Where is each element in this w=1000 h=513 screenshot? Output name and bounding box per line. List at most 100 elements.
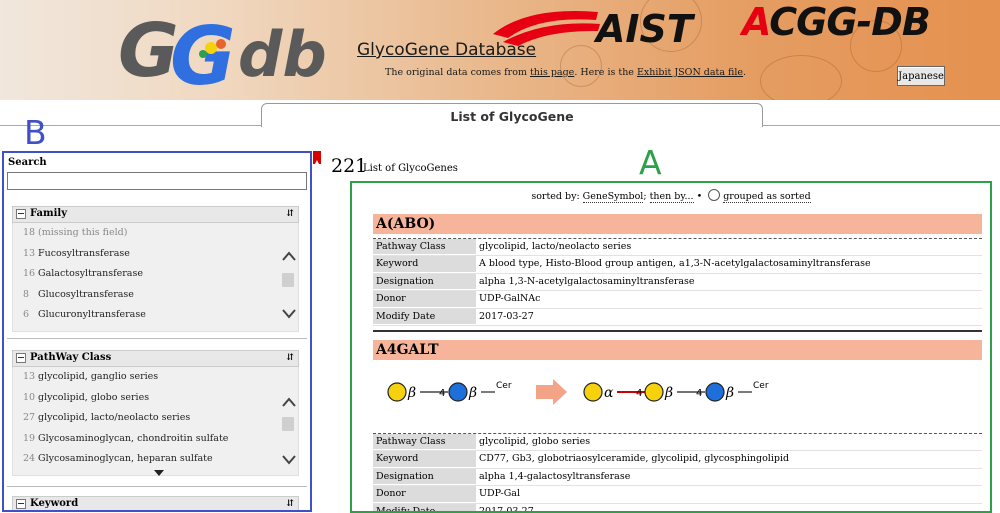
grouped-radio[interactable]	[708, 189, 721, 201]
result-count: 221	[331, 155, 368, 177]
facet-item-label: Fucosyltransferase	[38, 247, 130, 259]
gene-symbol[interactable]: A(ABO)	[373, 214, 982, 234]
japanese-language-button[interactable]: Japanese	[897, 66, 945, 86]
logo-letters-db: db	[238, 18, 327, 91]
record-separator	[373, 329, 982, 332]
facet-list: 13 glycolipid, ganglio series 10 glycolipi…	[12, 367, 299, 476]
field-value: UDP-Gal	[479, 488, 520, 500]
grouped-label[interactable]: grouped as sorted	[723, 191, 811, 203]
reaction-arrow-icon	[536, 379, 567, 405]
source-text: .	[743, 67, 747, 78]
linkage-position-label: 4	[439, 388, 445, 399]
field-value: A blood type, Histo-Blood group antigen,…	[479, 258, 871, 270]
facet-header[interactable]: Family ⇵	[12, 206, 299, 223]
scrollbar-thumb[interactable]	[282, 417, 294, 431]
sort-field-link[interactable]: GeneSymbol	[582, 191, 644, 203]
facet-item-label: glycolipid, globo series	[38, 391, 150, 403]
sort-prefix: sorted by:	[531, 191, 583, 202]
field-row: Modify Date 2017-03-27	[373, 308, 982, 326]
facet-item[interactable]: 13 glycolipid, ganglio series	[13, 367, 298, 388]
beta-linkage-label: β	[664, 385, 673, 401]
scrollbar-thumb[interactable]	[282, 273, 294, 287]
collapse-icon[interactable]	[16, 353, 26, 363]
ggdb-logo[interactable]: G G db	[118, 6, 348, 96]
facet-header[interactable]: Keyword ⇵	[12, 496, 299, 510]
sort-toggle-icon[interactable]: ⇵	[286, 207, 294, 221]
beta-linkage-label: β	[725, 385, 734, 401]
search-label: Search	[8, 157, 47, 168]
field-value: 2017-03-27	[479, 505, 534, 513]
field-row: Pathway Class glycolipid, lacto/neolacto …	[373, 239, 982, 257]
galactose-icon	[583, 382, 603, 402]
scroll-up-icon[interactable]	[282, 251, 296, 261]
sort-separator: ;	[643, 191, 650, 202]
facet-item[interactable]: 24 Glycosaminoglycan, heparan sulfate	[13, 449, 298, 470]
collapse-icon[interactable]	[16, 499, 26, 509]
scroll-down-icon[interactable]	[282, 309, 296, 319]
facet-item[interactable]: 13 Fucosyltransferase	[13, 244, 298, 265]
facet-item-label: Galactosyltransferase	[38, 268, 143, 279]
facet-item[interactable]: 8 Glucosyltransferase	[13, 285, 298, 306]
logo-sugar-dot	[216, 39, 226, 49]
gene-symbol[interactable]: A4GALT	[373, 340, 982, 360]
collapse-icon[interactable]	[16, 209, 26, 219]
field-key: Designation	[373, 273, 476, 290]
facet-title: Family	[30, 208, 68, 219]
field-value: UDP-GalNAc	[479, 293, 541, 305]
facet-item[interactable]: 19 Glycosaminoglycan, chondroitin sulfate	[13, 429, 298, 450]
facet-item-count: 24	[23, 453, 36, 464]
field-row: Modify Date 2017-03-27	[373, 503, 982, 513]
field-key: Modify Date	[373, 308, 476, 324]
sort-controls: sorted by: GeneSymbol; then by... • grou…	[352, 189, 990, 203]
gene-record: A4GALT β 4 β Cer α 4 β 4 β Cer Pathway C…	[373, 340, 982, 513]
facet-item-label: Glycosaminoglycan, heparan sulfate	[38, 453, 213, 464]
facet-item[interactable]: 10 glycolipid, globo series	[13, 388, 298, 409]
site-header: G G db GlycoGene Database The original d…	[0, 0, 1000, 100]
galactose-icon	[387, 382, 407, 402]
source-link[interactable]: this page	[530, 67, 574, 78]
field-row: Donor UDP-Gal	[373, 486, 982, 504]
facet-item-label: glycolipid, ganglio series	[38, 371, 159, 382]
annotation-label-b: B	[24, 113, 47, 152]
scroll-down-icon[interactable]	[282, 455, 296, 465]
sort-toggle-icon[interactable]: ⇵	[286, 351, 294, 365]
facet-item[interactable]: 18 (missing this field)	[13, 223, 298, 244]
field-row: Designation alpha 1,4-galactosyltransfera…	[373, 468, 982, 487]
facet-item[interactable]: 27 glycolipid, lacto/neolacto series	[13, 408, 298, 429]
ceramide-label: Cer	[753, 381, 769, 391]
source-text: The original data comes from	[385, 67, 530, 78]
facet-item-count: 6	[23, 309, 30, 320]
field-key: Donor	[373, 486, 476, 502]
linkage-position-label: 4	[636, 388, 642, 399]
facet-item[interactable]: 16 Galactosyltransferase	[13, 264, 298, 285]
scroll-up-icon[interactable]	[282, 397, 296, 407]
field-key: Pathway Class	[373, 239, 476, 255]
field-row: Donor UDP-GalNAc	[373, 291, 982, 309]
acgg-db-logo: ACGG-DB	[742, 0, 931, 44]
search-input[interactable]	[7, 172, 307, 190]
facet-item-count: 19	[23, 432, 36, 444]
facet-item-label: (missing this field)	[38, 227, 128, 238]
beta-linkage-label: β	[407, 385, 416, 401]
bookmark-icon[interactable]	[313, 151, 321, 164]
sort-toggle-icon[interactable]: ⇵	[286, 497, 294, 510]
facet-header[interactable]: PathWay Class ⇵	[12, 350, 299, 367]
tab-list-of-glycogene[interactable]: List of GlycoGene	[261, 103, 763, 127]
field-row: Keyword CD77, Gb3, globotriaosylceramide,…	[373, 451, 982, 469]
show-more-icon[interactable]	[154, 470, 164, 476]
facet-item-count: 13	[23, 371, 36, 382]
source-note: The original data comes from this page. …	[385, 67, 746, 78]
annotation-label-a: A	[639, 143, 662, 182]
glucose-icon	[705, 382, 725, 402]
ceramide-label: Cer	[496, 381, 512, 391]
facet-item-count: 16	[23, 268, 36, 279]
field-row: Pathway Class glycolipid, globo series	[373, 434, 982, 452]
field-value: glycolipid, lacto/neolacto series	[479, 241, 632, 252]
json-data-link[interactable]: Exhibit JSON data file	[637, 67, 743, 78]
facet-item[interactable]: 6 Glucuronyltransferase	[13, 305, 298, 326]
aist-logo: AIST	[493, 7, 696, 49]
field-key: Modify Date	[373, 503, 476, 511]
then-by-link[interactable]: then by...	[649, 191, 694, 203]
background-doodle	[560, 45, 602, 87]
aist-wordmark: AIST	[593, 7, 696, 49]
